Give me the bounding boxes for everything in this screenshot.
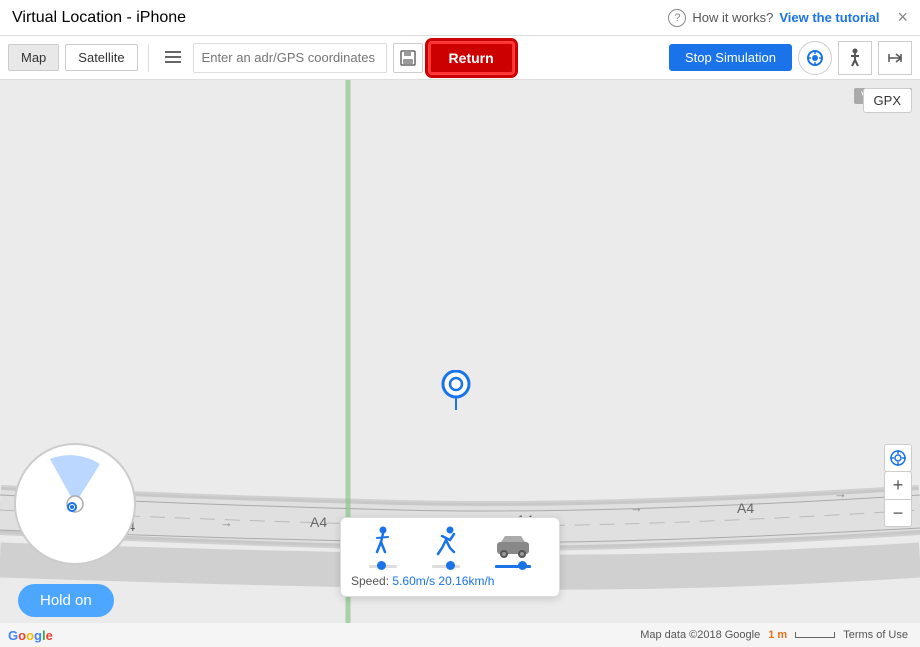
map-container[interactable]: Ver 1.4.3 A4 A4 A4 A4 → → → → → GPX + − xyxy=(0,80,920,647)
terms-of-use[interactable]: Terms of Use xyxy=(843,629,908,641)
zoom-in-button[interactable]: + xyxy=(884,471,912,499)
walk-icon xyxy=(846,48,864,68)
speed-label: Speed: xyxy=(351,574,389,588)
title-bar-right: ? How it works? View the tutorial × xyxy=(668,7,908,28)
speed-panel: Speed: 5.60m/s 20.16km/h xyxy=(340,517,560,597)
speed-thumb-walk xyxy=(377,561,386,570)
help-icon[interactable]: ? xyxy=(668,9,686,27)
location-pin xyxy=(440,370,472,412)
recenter-button[interactable] xyxy=(884,444,912,472)
pin-svg xyxy=(440,370,472,412)
bottom-bar: Google Map data ©2018 Google 1 m Terms o… xyxy=(0,623,920,647)
target-icon xyxy=(806,49,824,67)
tutorial-link[interactable]: View the tutorial xyxy=(779,10,879,25)
walk-mode-button[interactable] xyxy=(838,41,872,75)
save-icon xyxy=(400,50,416,66)
car-speed-icon[interactable] xyxy=(495,530,531,558)
target-circle-button[interactable] xyxy=(798,41,832,75)
scale-line xyxy=(795,632,835,638)
close-button[interactable]: × xyxy=(897,7,908,28)
run-speed-icon[interactable] xyxy=(432,526,460,558)
road-label-a4-4: A4 xyxy=(737,500,754,516)
satellite-tab[interactable]: Satellite xyxy=(65,44,137,71)
car-svg xyxy=(495,530,531,558)
map-data-text: Map data ©2018 Google xyxy=(640,629,760,641)
speed-km: 20.16km/h xyxy=(438,574,494,588)
title-bar: Virtual Location - iPhone ? How it works… xyxy=(0,0,920,36)
road-arrow-4: → xyxy=(630,500,643,515)
run-svg xyxy=(432,526,460,558)
save-button[interactable] xyxy=(393,43,423,73)
road-arrow-5: → xyxy=(834,486,847,501)
scale-text: 1 m xyxy=(768,629,787,641)
speed-track-walk xyxy=(369,565,397,568)
speed-thumb-run xyxy=(446,561,455,570)
walk-speed-icon[interactable] xyxy=(369,526,397,558)
scale-bar xyxy=(795,632,835,638)
list-icon-button[interactable] xyxy=(159,44,187,72)
list-icon xyxy=(165,51,181,65)
speed-value: 5.60m/s xyxy=(392,574,435,588)
app-title: Virtual Location - iPhone xyxy=(12,9,186,27)
google-logo: Google xyxy=(8,628,53,643)
return-button[interactable]: Return xyxy=(429,42,514,74)
speed-thumb-car xyxy=(518,561,527,570)
address-input[interactable] xyxy=(193,43,387,73)
road-label-a4-2: A4 xyxy=(310,514,327,530)
zoom-controls: + − xyxy=(884,471,912,527)
how-it-works-text: How it works? xyxy=(692,10,773,25)
speed-track-car xyxy=(495,565,531,568)
speed-track-run xyxy=(432,565,460,568)
share-icon xyxy=(886,49,904,67)
hold-on-button[interactable]: Hold on xyxy=(18,584,114,617)
stop-simulation-button[interactable]: Stop Simulation xyxy=(669,44,792,71)
speed-icons xyxy=(351,526,549,558)
walk-svg xyxy=(369,526,397,558)
map-tab[interactable]: Map xyxy=(8,44,59,71)
zoom-out-button[interactable]: − xyxy=(884,499,912,527)
compass xyxy=(10,439,140,569)
speed-text: Speed: 5.60m/s 20.16km/h xyxy=(351,574,549,588)
share-button[interactable] xyxy=(878,41,912,75)
gpx-button[interactable]: GPX xyxy=(863,88,912,113)
toolbar: Map Satellite Return Stop Simulation xyxy=(0,36,920,80)
road-arrow-2: → xyxy=(220,515,233,530)
toolbar-divider xyxy=(148,44,149,72)
recenter-icon xyxy=(889,449,907,467)
